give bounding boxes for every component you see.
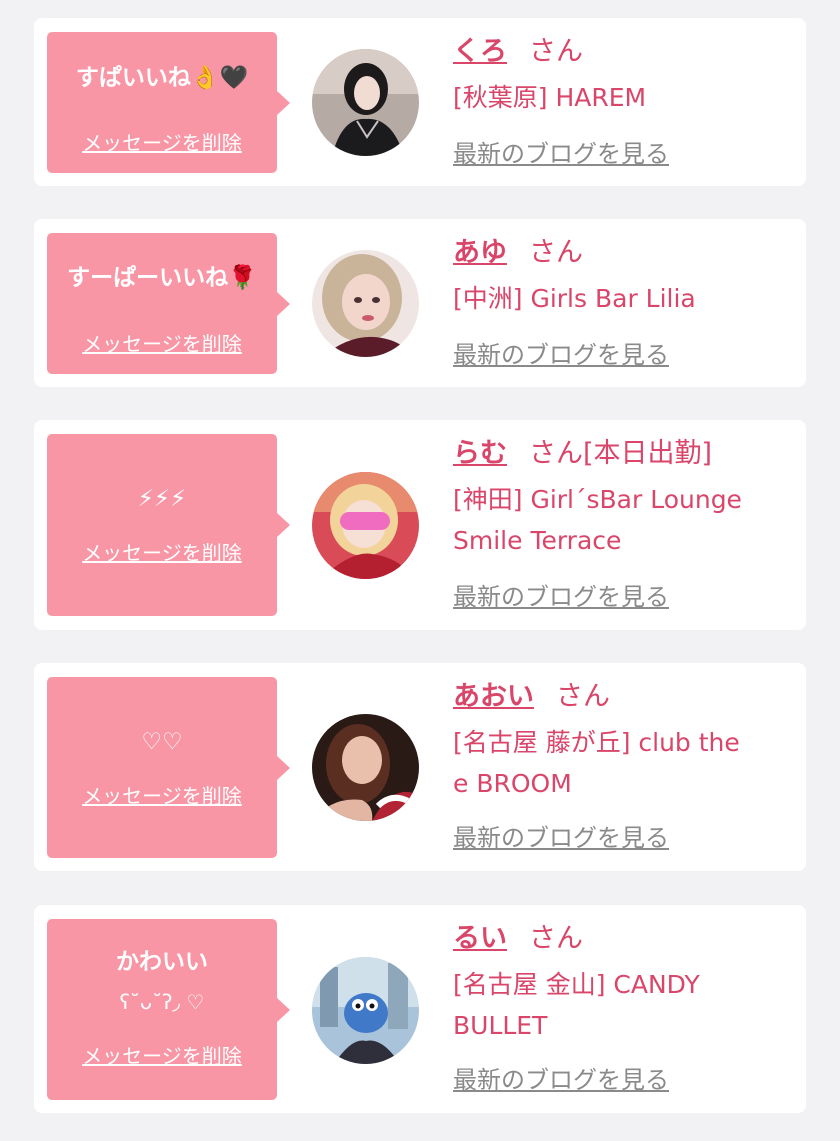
- card-info: るい さん [名古屋 金山] CANDY BULLET 最新のブログを見る: [453, 922, 798, 1102]
- cast-name-link[interactable]: くろ: [453, 36, 507, 67]
- message-text-line2: ʕ˘ᴗ˘ʔ◞ ♡: [119, 990, 205, 1014]
- message-card: すぱいいね👌🖤 メッセージを削除 くろ さん [秋葉原] HAREM 最新のブログ…: [34, 18, 806, 186]
- avatar[interactable]: [312, 957, 419, 1064]
- message-card: すーぱーいいね🌹 メッセージを削除 あゆ さん [中洲] Girls Bar Li…: [34, 219, 806, 387]
- delete-message-link[interactable]: メッセージを削除: [47, 783, 277, 809]
- delete-message-link[interactable]: メッセージを削除: [47, 331, 277, 357]
- shop-name-continued: Smile Terrace: [453, 526, 622, 555]
- message-bubble: かわいい ʕ˘ᴗ˘ʔ◞ ♡ メッセージを削除: [47, 919, 290, 1100]
- name-line: あおい さん: [453, 680, 610, 714]
- honorific: さん: [529, 36, 583, 67]
- message-text: かわいい: [116, 949, 208, 975]
- name-line: くろ さん: [453, 35, 583, 69]
- delete-message-link[interactable]: メッセージを削除: [47, 1043, 277, 1069]
- message-text: ♡♡: [141, 729, 183, 755]
- shop-name: [名古屋 金山] CANDY: [453, 970, 700, 999]
- message-text: ⚡⚡⚡: [137, 486, 187, 512]
- message-card: ⚡⚡⚡ メッセージを削除 らむ さん[本日出勤] [神田] Girl´sBar L…: [34, 420, 806, 630]
- shop-name: [名古屋 藤が丘] club the: [453, 728, 740, 757]
- latest-blog-link[interactable]: 最新のブログを見る: [453, 340, 669, 370]
- card-info: くろ さん [秋葉原] HAREM 最新のブログを見る: [453, 35, 798, 175]
- name-line: あゆ さん: [453, 236, 583, 270]
- message-list: すぱいいね👌🖤 メッセージを削除 くろ さん [秋葉原] HAREM 最新のブログ…: [0, 0, 840, 1141]
- message-bubble: ⚡⚡⚡ メッセージを削除: [47, 434, 290, 616]
- avatar[interactable]: [312, 714, 419, 821]
- honorific: さん: [556, 681, 610, 712]
- message-text: すぱいいね👌🖤: [75, 65, 249, 91]
- card-info: あおい さん [名古屋 藤が丘] club the e BROOM 最新のブログを…: [453, 680, 798, 860]
- shop-name-continued: e BROOM: [453, 769, 572, 798]
- name-line: らむ さん[本日出勤]: [453, 437, 712, 471]
- latest-blog-link[interactable]: 最新のブログを見る: [453, 139, 669, 169]
- card-info: らむ さん[本日出勤] [神田] Girl´sBar Lounge Smile T…: [453, 437, 798, 617]
- card-info: あゆ さん [中洲] Girls Bar Lilia 最新のブログを見る: [453, 236, 798, 376]
- message-text: すーぱーいいね🌹: [67, 265, 257, 291]
- avatar[interactable]: [312, 472, 419, 579]
- cast-name-link[interactable]: あおい: [453, 681, 534, 712]
- message-card: かわいい ʕ˘ᴗ˘ʔ◞ ♡ メッセージを削除 るい さん [名古屋 金山] CA…: [34, 905, 806, 1113]
- delete-message-link[interactable]: メッセージを削除: [47, 540, 277, 566]
- latest-blog-link[interactable]: 最新のブログを見る: [453, 582, 669, 612]
- honorific: さん[本日出勤]: [529, 438, 713, 469]
- message-bubble: すーぱーいいね🌹 メッセージを削除: [47, 233, 290, 374]
- shop-name: [神田] Girl´sBar Lounge: [453, 485, 742, 514]
- honorific: さん: [529, 923, 583, 954]
- latest-blog-link[interactable]: 最新のブログを見る: [453, 823, 669, 853]
- honorific: さん: [529, 237, 583, 268]
- shop-name: [中洲] Girls Bar Lilia: [453, 284, 696, 313]
- message-bubble: ♡♡ メッセージを削除: [47, 677, 290, 858]
- avatar[interactable]: [312, 250, 419, 357]
- message-card: ♡♡ メッセージを削除 あおい さん [名古屋 藤が丘] club the e B…: [34, 663, 806, 871]
- cast-name-link[interactable]: るい: [453, 923, 507, 954]
- latest-blog-link[interactable]: 最新のブログを見る: [453, 1065, 669, 1095]
- message-bubble: すぱいいね👌🖤 メッセージを削除: [47, 32, 290, 173]
- cast-name-link[interactable]: らむ: [453, 438, 507, 469]
- shop-name: [秋葉原] HAREM: [453, 83, 647, 112]
- name-line: るい さん: [453, 922, 583, 956]
- delete-message-link[interactable]: メッセージを削除: [47, 130, 277, 156]
- shop-name-continued: BULLET: [453, 1011, 548, 1040]
- cast-name-link[interactable]: あゆ: [453, 237, 507, 268]
- avatar[interactable]: [312, 49, 419, 156]
